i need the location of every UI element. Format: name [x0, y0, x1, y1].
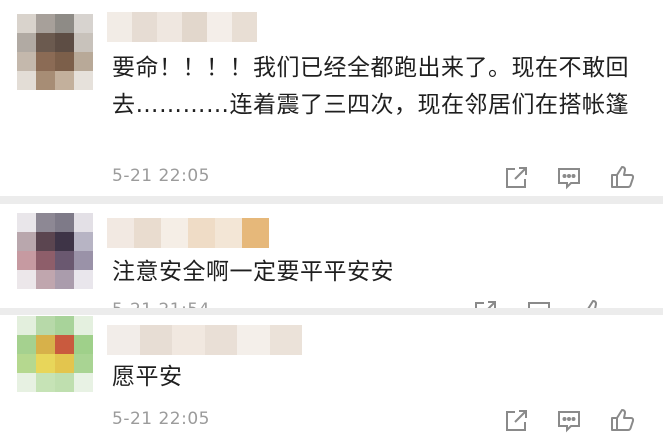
username-blurred[interactable]: [107, 218, 269, 248]
comment-icon[interactable]: [556, 165, 582, 191]
comment-item-2: 注意安全啊一定要平平安安 5-21 21:54: [0, 204, 663, 308]
comment-text: 愿平安: [112, 364, 183, 390]
comment-item-3: 愿平安 5-21 22:05: [0, 315, 663, 441]
comment-text: 注意安全啊一定要平平安安: [112, 259, 394, 285]
comment-icon[interactable]: [556, 408, 582, 434]
username-blurred[interactable]: [107, 12, 257, 42]
like-icon[interactable]: [609, 164, 635, 190]
like-icon[interactable]: [580, 298, 606, 308]
avatar[interactable]: [17, 316, 93, 392]
comment-time: 5-21 21:54: [112, 300, 210, 308]
comment-time: 5-21 22:05: [112, 166, 210, 186]
comment-icon[interactable]: [526, 299, 552, 308]
username-blurred[interactable]: [107, 325, 302, 355]
share-icon[interactable]: [503, 408, 529, 434]
avatar[interactable]: [17, 213, 93, 289]
avatar[interactable]: [17, 14, 93, 90]
comment-item-1: 要命！！！！我们已经全都跑出来了。现在不敢回去…………连着震了三四次，现在邻居们…: [0, 0, 663, 196]
share-icon[interactable]: [503, 165, 529, 191]
comment-text: 要命！！！！我们已经全都跑出来了。现在不敢回去…………连着震了三四次，现在邻居们…: [112, 55, 629, 118]
like-icon[interactable]: [609, 407, 635, 433]
comment-time: 5-21 22:05: [112, 409, 210, 429]
share-icon[interactable]: [472, 299, 498, 308]
